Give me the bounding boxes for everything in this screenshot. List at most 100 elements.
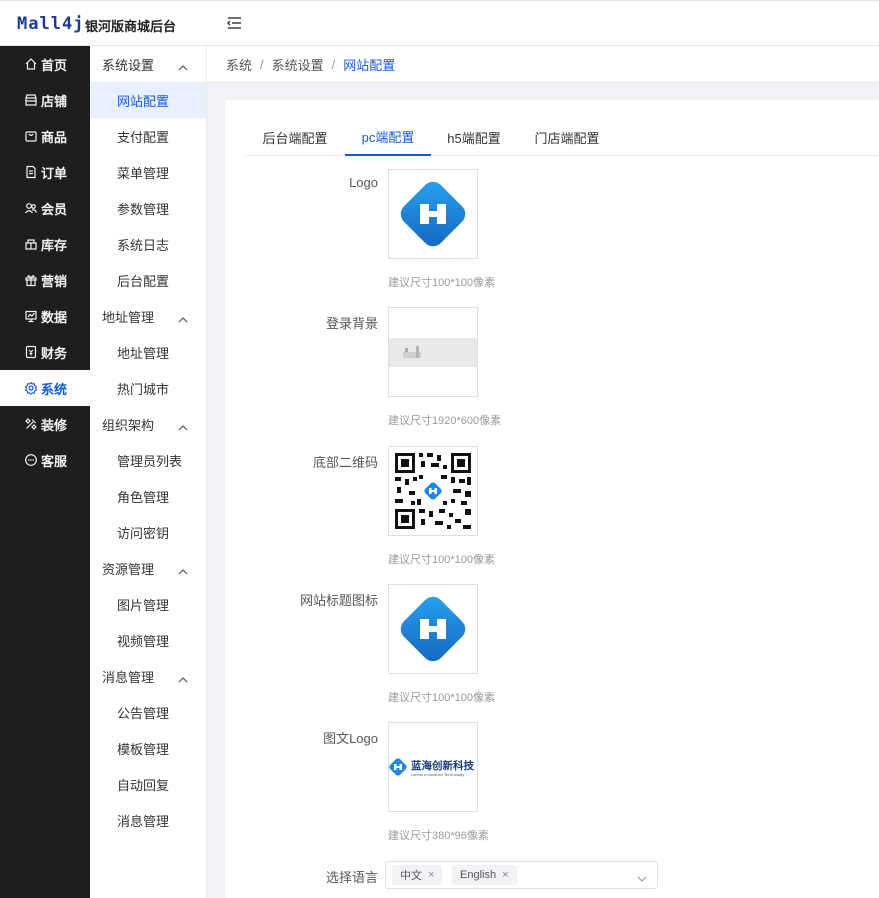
menu-item-system-log[interactable]: 系统日志 bbox=[90, 226, 206, 262]
login-background-image bbox=[389, 338, 477, 367]
gift-icon bbox=[24, 273, 38, 287]
menu-group-resources[interactable]: 资源管理 bbox=[90, 550, 206, 586]
order-icon bbox=[24, 165, 38, 179]
shop-icon bbox=[24, 93, 38, 107]
tag-label: 中文 bbox=[400, 870, 422, 882]
menu-group-address[interactable]: 地址管理 bbox=[90, 298, 206, 334]
menu-item-video-manage[interactable]: 视频管理 bbox=[90, 622, 206, 658]
chevron-up-icon bbox=[178, 420, 188, 431]
login-bg-label: 登录背景 bbox=[325, 316, 378, 331]
menu-item-template-manage[interactable]: 模板管理 bbox=[90, 730, 206, 766]
text-logo-upload[interactable]: 蓝海创新科技 Lanhai Innovation Technology bbox=[388, 722, 478, 812]
brand-logo[interactable]: Mall4j bbox=[17, 14, 84, 34]
stock-icon bbox=[24, 237, 38, 251]
chevron-up-icon bbox=[178, 564, 188, 575]
menu-item-admin-list[interactable]: 管理员列表 bbox=[90, 442, 206, 478]
breadcrumb-separator: / bbox=[331, 56, 336, 72]
gear-icon bbox=[24, 381, 38, 396]
menu-group-title: 系统设置 bbox=[102, 57, 155, 73]
breadcrumb-item-settings[interactable]: 系统设置 bbox=[272, 55, 324, 74]
text-logo-image: 蓝海创新科技 Lanhai Innovation Technology bbox=[389, 758, 474, 777]
menu-item-message-manage[interactable]: 消息管理 bbox=[90, 802, 206, 838]
sidebar-item-label: 订单 bbox=[41, 165, 68, 181]
menu-item-param-manage[interactable]: 参数管理 bbox=[90, 190, 206, 226]
menu-group-organization[interactable]: 组织架构 bbox=[90, 406, 206, 442]
qr-upload[interactable] bbox=[388, 446, 478, 536]
favicon-upload[interactable] bbox=[388, 584, 478, 674]
menu-item-admin-config[interactable]: 后台配置 bbox=[90, 262, 206, 298]
menu-item-address-manage[interactable]: 地址管理 bbox=[90, 334, 206, 370]
menu-group-system-settings[interactable]: 系统设置 bbox=[90, 46, 206, 82]
logo-size-hint: 建议尺寸100*100像素 bbox=[388, 277, 495, 289]
text-logo-label: 图文Logo bbox=[323, 731, 378, 746]
brand-logo-image bbox=[400, 181, 466, 247]
sidebar-item-finance[interactable]: 财务 bbox=[0, 334, 90, 370]
main-sidebar: 首页 店铺 商品 订单 会员 库存 营销 数据 财务 系统 装修 客服 bbox=[0, 46, 90, 898]
sidebar-item-label: 库存 bbox=[41, 237, 68, 253]
svg-text:Lanhai Innovation Technology: Lanhai Innovation Technology bbox=[411, 773, 465, 777]
sidebar-item-home[interactable]: 首页 bbox=[0, 46, 90, 82]
fold-menu-icon[interactable] bbox=[226, 16, 242, 30]
qr-label: 底部二维码 bbox=[312, 455, 378, 470]
sidebar-item-decorate[interactable]: 装修 bbox=[0, 406, 90, 442]
favicon-label: 网站标题图标 bbox=[299, 593, 378, 608]
app-title: 银河版商城后台 bbox=[85, 19, 177, 34]
menu-item-role-manage[interactable]: 角色管理 bbox=[90, 478, 206, 514]
login-bg-upload[interactable] bbox=[388, 307, 478, 397]
breadcrumb: 系统 / 系统设置 / 网站配置 bbox=[207, 46, 879, 83]
menu-item-access-key[interactable]: 访问密钥 bbox=[90, 514, 206, 550]
logo-upload[interactable] bbox=[388, 169, 478, 259]
sidebar-item-label: 店铺 bbox=[41, 93, 68, 109]
top-header: Mall4j 银河版商城后台 bbox=[0, 0, 879, 46]
menu-item-image-manage[interactable]: 图片管理 bbox=[90, 586, 206, 622]
sidebar-item-system[interactable]: 系统 bbox=[0, 370, 90, 406]
menu-item-menu-manage[interactable]: 菜单管理 bbox=[90, 154, 206, 190]
breadcrumb-separator: / bbox=[260, 56, 264, 72]
login-bg-size-hint: 建议尺寸1920*600像素 bbox=[388, 415, 502, 427]
language-label: 选择语言 bbox=[325, 870, 378, 885]
close-icon[interactable]: × bbox=[502, 869, 508, 881]
sidebar-item-stock[interactable]: 库存 bbox=[0, 226, 90, 262]
tab-admin-config[interactable]: 后台端配置 bbox=[245, 118, 345, 156]
sidebar-item-label: 客服 bbox=[41, 453, 68, 469]
tab-pc-config[interactable]: pc端配置 bbox=[345, 118, 431, 156]
text-logo-size-hint: 建议尺寸380*96像素 bbox=[388, 830, 489, 842]
chart-icon bbox=[24, 309, 38, 323]
config-tabs: 后台端配置 pc端配置 h5端配置 门店端配置 bbox=[245, 118, 879, 156]
menu-item-hot-city[interactable]: 热门城市 bbox=[90, 370, 206, 406]
sidebar-item-member[interactable]: 会员 bbox=[0, 190, 90, 226]
language-tag-english: English × bbox=[452, 865, 517, 885]
sub-menu: 系统设置 网站配置 支付配置 菜单管理 参数管理 系统日志 后台配置 地址管理 … bbox=[90, 46, 207, 898]
sidebar-item-label: 商品 bbox=[41, 129, 68, 145]
menu-group-title: 地址管理 bbox=[102, 309, 155, 325]
sidebar-item-label: 系统 bbox=[41, 381, 68, 397]
tab-store-config[interactable]: 门店端配置 bbox=[517, 118, 617, 156]
favicon-image bbox=[400, 596, 466, 662]
close-icon[interactable]: × bbox=[428, 869, 434, 881]
menu-group-title: 资源管理 bbox=[102, 561, 155, 577]
svg-text:蓝海创新科技: 蓝海创新科技 bbox=[411, 759, 474, 772]
sidebar-item-service[interactable]: 客服 bbox=[0, 442, 90, 478]
menu-item-notice-manage[interactable]: 公告管理 bbox=[90, 694, 206, 730]
chevron-down-icon[interactable] bbox=[637, 871, 647, 882]
sidebar-item-label: 装修 bbox=[41, 417, 68, 433]
sidebar-item-shop[interactable]: 店铺 bbox=[0, 82, 90, 118]
sidebar-item-goods[interactable]: 商品 bbox=[0, 118, 90, 154]
menu-item-auto-reply[interactable]: 自动回复 bbox=[90, 766, 206, 802]
menu-group-title: 消息管理 bbox=[102, 669, 155, 685]
sidebar-item-label: 首页 bbox=[41, 57, 68, 73]
finance-icon bbox=[24, 345, 38, 359]
chevron-up-icon bbox=[178, 312, 188, 323]
sidebar-item-label: 数据 bbox=[41, 309, 68, 325]
sidebar-item-data[interactable]: 数据 bbox=[0, 298, 90, 334]
language-select[interactable]: 中文 × English × bbox=[385, 861, 658, 889]
breadcrumb-item-current: 网站配置 bbox=[343, 57, 396, 73]
chevron-up-icon bbox=[178, 60, 188, 71]
sidebar-item-order[interactable]: 订单 bbox=[0, 154, 90, 190]
menu-item-site-config[interactable]: 网站配置 bbox=[90, 82, 206, 118]
menu-group-messages[interactable]: 消息管理 bbox=[90, 658, 206, 694]
sidebar-item-marketing[interactable]: 营销 bbox=[0, 262, 90, 298]
menu-item-pay-config[interactable]: 支付配置 bbox=[90, 118, 206, 154]
tab-h5-config[interactable]: h5端配置 bbox=[431, 118, 517, 156]
breadcrumb-item-system[interactable]: 系统 bbox=[226, 55, 252, 74]
